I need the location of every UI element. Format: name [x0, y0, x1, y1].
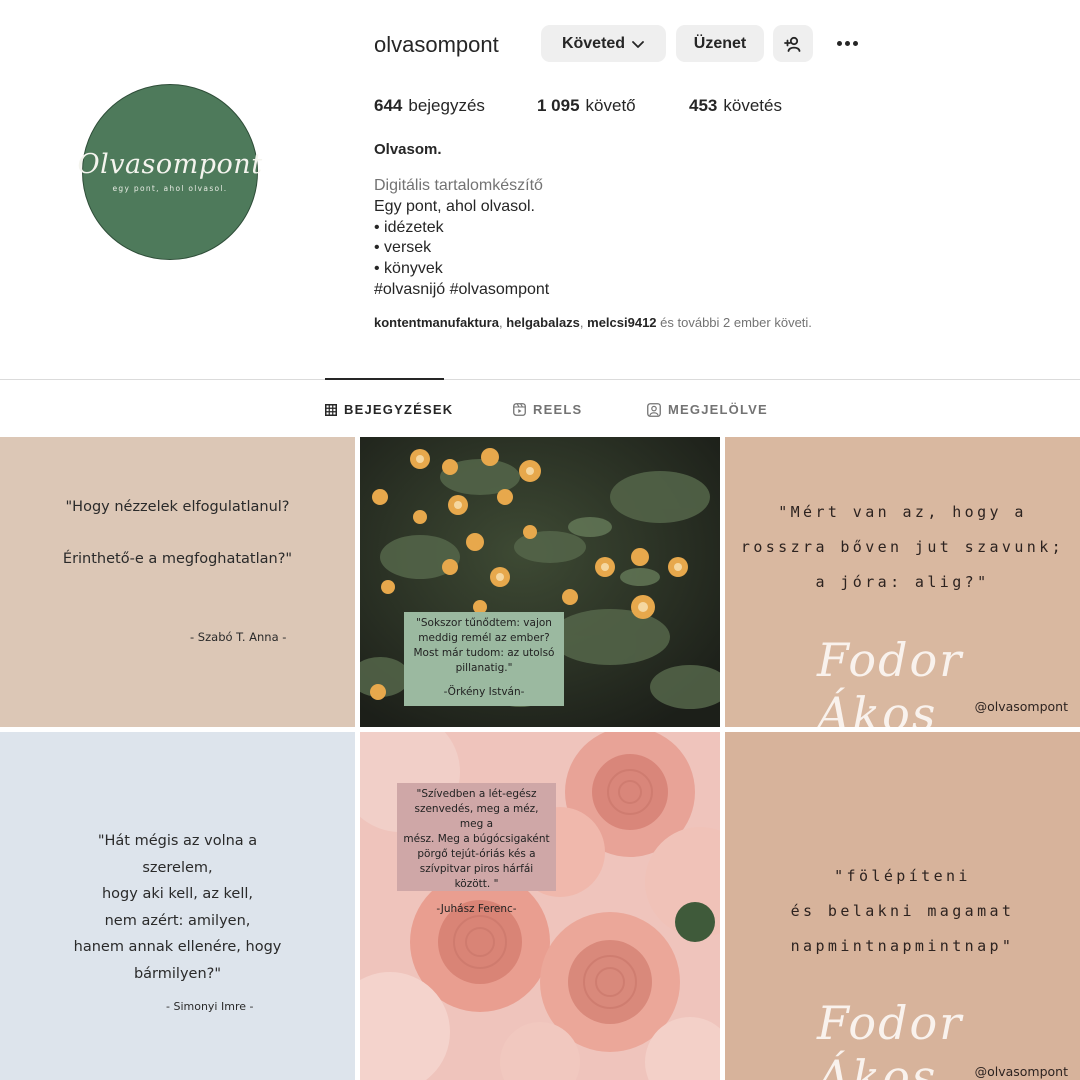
- quote-author: -Örkény István-: [443, 686, 525, 698]
- quote-card: "Sokszor tűnődtem: vajon meddig remél az…: [404, 612, 564, 706]
- followed-by-user[interactable]: melcsi9412: [587, 315, 656, 330]
- quote-text: szenvedés, meg a méz, meg a: [414, 803, 539, 830]
- chevron-down-icon: [632, 40, 644, 48]
- post-thumbnail[interactable]: "Mért van az, hogy a rosszra bőven jut s…: [725, 437, 1080, 727]
- quote-text: a jóra: alig?": [815, 573, 990, 591]
- quote-text: rosszra bőven jut szavunk;: [740, 538, 1065, 556]
- quote-text: "Hogy nézzelek elfogulatlanul?: [65, 499, 290, 515]
- followers-count-label: követő: [585, 96, 636, 115]
- post-thumbnail[interactable]: "Szívedben a lét-egész szenvedés, meg a …: [360, 732, 720, 1080]
- quote-text: bármilyen?": [133, 965, 222, 982]
- followed-by-user[interactable]: helgabalazs: [506, 315, 580, 330]
- active-tab-indicator: [325, 378, 444, 380]
- quote-body: "Hát mégis az volna a szerelem, hogy aki…: [0, 828, 355, 987]
- quote-text: "Szívedben a lét-egész: [416, 788, 537, 800]
- message-button[interactable]: Üzenet: [676, 25, 764, 62]
- quote-text: meddig remél az ember?: [418, 632, 550, 644]
- quote-text: Érinthető-e a megfoghatatlan?": [62, 551, 293, 567]
- quote-author: - Simonyi Imre -: [166, 1000, 254, 1013]
- message-button-label: Üzenet: [693, 34, 747, 52]
- quote-text: Most már tudom: az utolsó: [413, 647, 555, 659]
- followed-by[interactable]: kontentmanufaktura, helgabalazs, melcsi9…: [374, 315, 812, 330]
- profile-category: Digitális tartalomkészítő: [374, 177, 543, 194]
- tab-tagged-label: MEGJELÖLVE: [668, 402, 768, 417]
- quote-text: "Sokszor tűnődtem: vajon: [416, 617, 552, 629]
- tagged-person-icon: [647, 402, 661, 417]
- bio-line: • könyvek: [374, 260, 443, 278]
- quote-text: "Mért van az, hogy a: [778, 503, 1027, 521]
- quote-text: szívpitvar piros hárfái között. ": [419, 863, 534, 890]
- following-count-value: 453: [689, 96, 718, 115]
- quote-text: pillanatig.": [455, 662, 513, 674]
- quote-text: pörgő tejút-óriás kés a: [417, 848, 536, 860]
- quote-text: hanem annak ellenére, hogy: [73, 939, 282, 955]
- tab-tagged[interactable]: MEGJELÖLVE: [647, 402, 768, 417]
- following-count[interactable]: 453 követés: [689, 96, 782, 116]
- quote-text: nem azért: amilyen,: [104, 912, 251, 929]
- tab-reels[interactable]: REELS: [513, 402, 582, 417]
- posts-count: 644 bejegyzés: [374, 96, 537, 116]
- post-thumbnail[interactable]: "Hogy nézzelek elfogulatlanul? Érinthető…: [0, 437, 355, 727]
- quote-author: -Juhász Ferenc-: [436, 903, 517, 915]
- posts-count-value: 644: [374, 96, 403, 115]
- post-thumbnail[interactable]: "Hát mégis az volna a szerelem, hogy aki…: [0, 732, 355, 1080]
- following-button-label: Követed: [561, 34, 626, 52]
- quote-card: "Szívedben a lét-egész szenvedés, meg a …: [397, 783, 556, 915]
- watermark-handle: @olvasompont: [974, 699, 1068, 714]
- post-thumbnail[interactable]: "fölépíteni és belakni magamat napmintna…: [725, 732, 1080, 1080]
- followed-by-user[interactable]: kontentmanufaktura: [374, 315, 499, 330]
- followers-count-value: 1 095: [537, 96, 580, 115]
- quote-text: és belakni magamat: [790, 902, 1015, 920]
- profile-username: olvasompont: [374, 32, 499, 57]
- reels-icon: [513, 403, 526, 416]
- quote-author: - Szabó T. Anna -: [190, 630, 287, 644]
- more-options-icon[interactable]: [832, 32, 862, 54]
- suggest-people-button[interactable]: [773, 25, 813, 62]
- following-count-label: követés: [723, 96, 782, 115]
- quote-text: mész. Meg a búgócsigaként: [403, 833, 550, 845]
- add-person-icon: [784, 36, 801, 52]
- avatar-logo-text: Olvasompont: [77, 149, 263, 180]
- bio-line: • versek: [374, 239, 432, 257]
- watermark-handle: @olvasompont: [974, 1064, 1068, 1079]
- posts-count-label: bejegyzés: [408, 96, 485, 115]
- bio-hashtags[interactable]: #olvasnijó #olvasompont: [374, 280, 549, 301]
- profile-full-name: Olvasom.: [374, 141, 442, 158]
- profile-avatar[interactable]: Olvasompont egy pont, ahol olvasol.: [77, 84, 262, 260]
- quote-text: "Hát mégis az volna a: [97, 833, 258, 849]
- followers-count[interactable]: 1 095 követő: [537, 96, 689, 116]
- tabs-divider: [0, 379, 1080, 380]
- quote-text: hogy aki kell, az kell,: [101, 886, 254, 902]
- avatar-tagline: egy pont, ahol olvasol.: [112, 184, 228, 193]
- followed-by-suffix: és további 2 ember követi.: [656, 315, 812, 330]
- quote-text: "fölépíteni: [834, 867, 971, 885]
- profile-bio: Digitális tartalomkészítő Egy pont, ahol…: [374, 176, 549, 301]
- bio-line: • idézetek: [374, 218, 444, 236]
- bio-line: Egy pont, ahol olvasol.: [374, 197, 535, 215]
- quote-text: napmintnapmintnap": [790, 937, 1015, 955]
- post-thumbnail[interactable]: "Sokszor tűnődtem: vajon meddig remél az…: [360, 437, 720, 727]
- following-button[interactable]: Követed: [541, 25, 666, 62]
- tab-posts[interactable]: BEJEGYZÉSEK: [325, 402, 453, 417]
- profile-stats: 644 bejegyzés 1 095 követő 453 követés: [374, 96, 782, 116]
- quote-text: szerelem,: [142, 859, 213, 876]
- tab-posts-label: BEJEGYZÉSEK: [344, 402, 454, 417]
- grid-icon: [325, 403, 337, 416]
- tab-reels-label: REELS: [533, 402, 583, 417]
